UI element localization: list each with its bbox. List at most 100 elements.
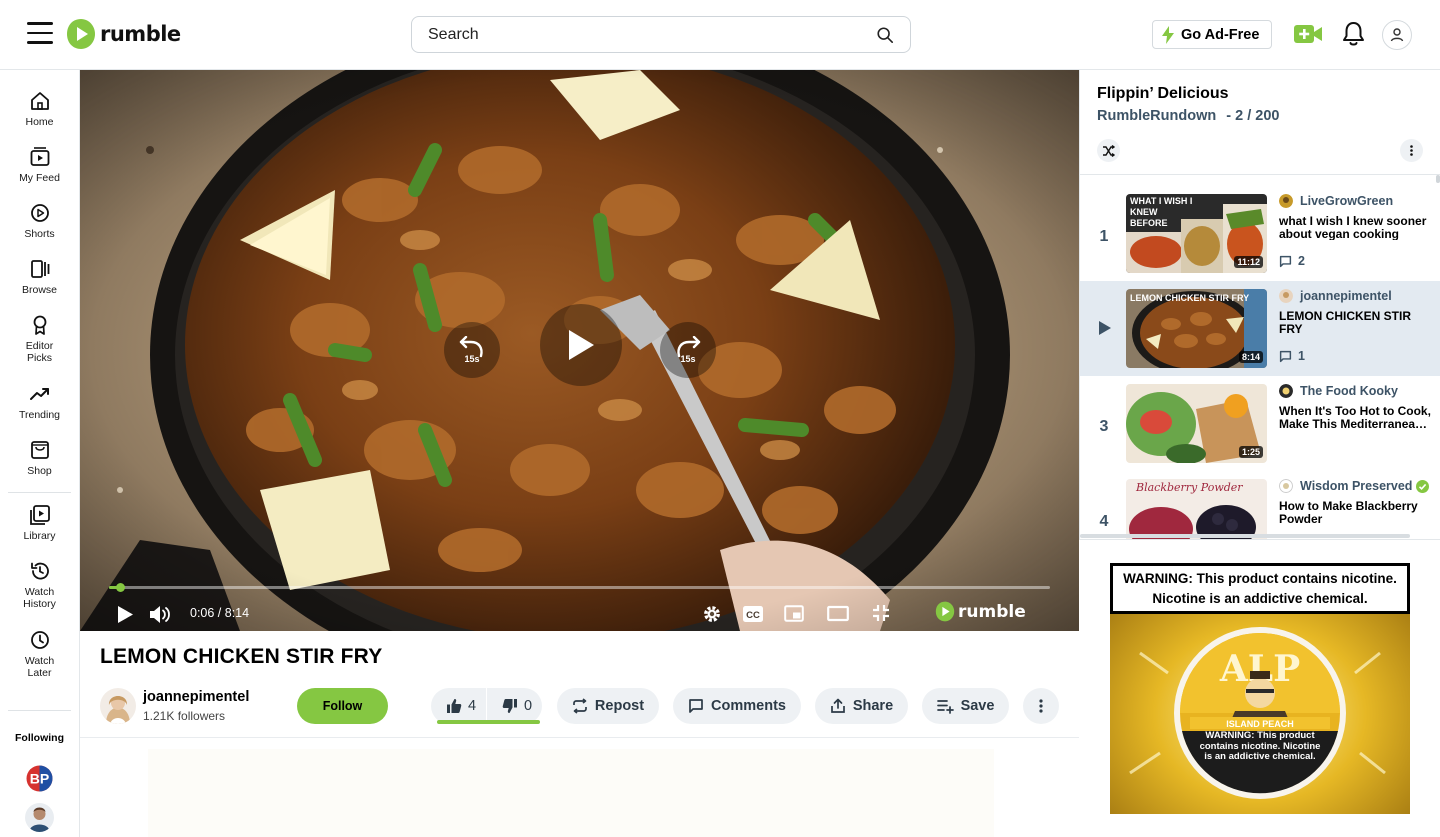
verified-check-icon [1416,479,1430,493]
volume-icon[interactable] [149,605,171,624]
channel-avatar-image [100,688,136,724]
player-rumble-watermark[interactable]: rumble [935,601,1026,622]
search-icon[interactable] [876,26,894,44]
playlist-item-channel[interactable]: joannepimentel [1279,289,1392,303]
sidebar-item-editor-picks[interactable]: Editor Picks [0,314,79,364]
repost-label: Repost [594,698,645,714]
sidebar-item-label: Shorts [24,228,55,240]
menu-icon[interactable] [27,22,53,46]
thumbnail-caption: LEMON CHICKEN STIR FRY [1130,293,1250,303]
ad-warning-line-1: WARNING: This product contains nicotine. [1123,570,1397,586]
more-options-button[interactable] [1023,688,1059,724]
playlist-item-thumbnail[interactable]: 1:25 [1126,384,1267,463]
sidebar-item-watch-later[interactable]: Watch Later [0,629,79,679]
playlist-item-title[interactable]: When It's Too Hot to Cook, Make This Med… [1279,405,1437,430]
like-button[interactable]: 4 [431,688,486,724]
playlist-item-active[interactable]: LEMON CHICKEN STIR FRY 8:14 joannepiment… [1080,281,1440,376]
seek-bar[interactable] [109,583,1050,592]
playlist-horizontal-scrollbar[interactable] [1080,534,1410,538]
rumble-logo-icon [67,19,95,49]
sidebar-item-watch-history[interactable]: Watch History [0,560,79,610]
vote-buttons: 4 0 [431,688,542,724]
clock-icon [30,631,49,649]
closed-captions-icon[interactable]: CC [742,605,764,623]
sidebar-item-library[interactable]: Library [0,504,79,542]
advertisement[interactable]: ALP ISLAND PEACH WARNING: This product c… [1110,563,1410,814]
like-count: 4 [468,698,477,714]
upload-video-icon[interactable] [1293,22,1323,46]
info-divider [80,737,1079,738]
ad-inner-warning: WARNING: This product contains nicotine.… [1199,730,1321,762]
channel-name[interactable]: joannepimentel [143,689,249,705]
playlist-item-channel[interactable]: The Food Kooky [1279,384,1398,398]
playlist-item-title[interactable]: what I wish I knew sooner about vegan co… [1279,215,1437,240]
playlist-item-title[interactable]: How to Make Blackberry Powder [1279,500,1437,525]
playlist-owner[interactable]: RumbleRundown [1097,108,1216,124]
sidebar-item-trending[interactable]: Trending [0,383,79,421]
playlist-item-thumbnail[interactable]: Blackberry Powder [1126,479,1267,539]
play-button[interactable] [540,304,622,386]
playlist-item[interactable]: 3 1:25 The Food Kooky When It's Too Hot … [1080,376,1440,471]
channel-avatar[interactable] [100,688,136,724]
comments-button[interactable]: Comments [673,688,801,724]
play-small-icon[interactable] [117,605,134,624]
playlist-item-thumbnail[interactable]: WHAT I WISH I KNEW BEFORE 11:12 [1126,194,1267,273]
playlist-item-channel[interactable]: LiveGrowGreen [1279,194,1393,208]
svg-text:ISLAND PEACH: ISLAND PEACH [1226,719,1294,729]
search-input[interactable]: Search [428,26,876,44]
playlist-item[interactable]: 4 Blackberry Powder Wisdom Preserved How… [1080,471,1440,539]
channel-avatar-icon [1279,289,1293,303]
top-header: rumble Search Go Ad-Free [0,0,1440,70]
share-label: Share [852,698,894,714]
player-brand-text: rumble [958,601,1026,622]
sidebar-item-label: Trending [18,409,61,421]
playlist-item-thumbnail[interactable]: LEMON CHICKEN STIR FRY 8:14 [1126,289,1267,368]
playlist-vertical-scrollbar[interactable] [1436,175,1440,183]
playlist-position: - 2 / 200 [1226,108,1280,124]
theater-mode-icon[interactable] [827,605,849,622]
following-channel-avatar[interactable]: BP [25,764,54,793]
comments-label: Comments [711,698,786,714]
video-player[interactable]: 15s 15s 0:06 / 8:14 CC rumble [80,70,1079,631]
sidebar-item-my-feed[interactable]: My Feed [0,146,79,184]
channel-avatar-icon [1279,479,1293,493]
repost-button[interactable]: Repost [557,688,659,724]
lightning-icon [1162,25,1174,44]
sidebar-item-shop[interactable]: Shop [0,439,79,477]
save-button[interactable]: Save [922,688,1009,724]
follow-button[interactable]: Follow [297,688,388,724]
user-account-button[interactable] [1382,20,1412,50]
ribbon-icon [33,315,46,335]
exit-fullscreen-icon[interactable] [872,604,890,622]
picture-in-picture-icon[interactable] [784,605,804,622]
sidebar-item-browse[interactable]: Browse [0,258,79,296]
channel-name: The Food Kooky [1300,384,1398,398]
dislike-button[interactable]: 0 [487,688,542,724]
shuffle-button[interactable] [1097,139,1120,162]
rumble-logo[interactable]: rumble [66,18,181,50]
sidebar-divider [8,492,71,493]
more-vertical-icon [1410,145,1413,156]
go-ad-free-label: Go Ad-Free [1181,26,1260,43]
share-button[interactable]: Share [815,688,908,724]
seek-bar-handle[interactable] [115,583,125,592]
playlist-menu-button[interactable] [1400,139,1423,162]
skip-back-button[interactable]: 15s [444,322,500,378]
playlist-item-channel[interactable]: Wisdom Preserved [1279,479,1430,493]
sidebar-item-home[interactable]: Home [0,90,79,128]
playlist-item[interactable]: 1 WHAT I WISH I KNEW BEFORE 11:12 LiveGr… [1080,186,1440,281]
ad-warning-line-2: Nicotine is an addictive chemical. [1152,590,1368,606]
description-area [148,749,994,837]
search-bar[interactable]: Search [411,16,911,53]
following-channel-avatar[interactable] [25,803,54,832]
playlist-item-title[interactable]: LEMON CHICKEN STIR FRY [1279,310,1437,335]
browse-icon [30,260,49,278]
settings-gear-icon[interactable] [702,604,722,624]
left-sidebar: Home My Feed Shorts Browse Editor Picks … [0,70,80,837]
notification-bell-icon[interactable] [1341,21,1366,47]
sidebar-item-shorts[interactable]: Shorts [0,202,79,240]
play-icon [569,330,594,360]
skip-forward-button[interactable]: 15s [660,322,716,378]
svg-text:CC: CC [746,610,760,621]
go-ad-free-button[interactable]: Go Ad-Free [1152,20,1273,49]
